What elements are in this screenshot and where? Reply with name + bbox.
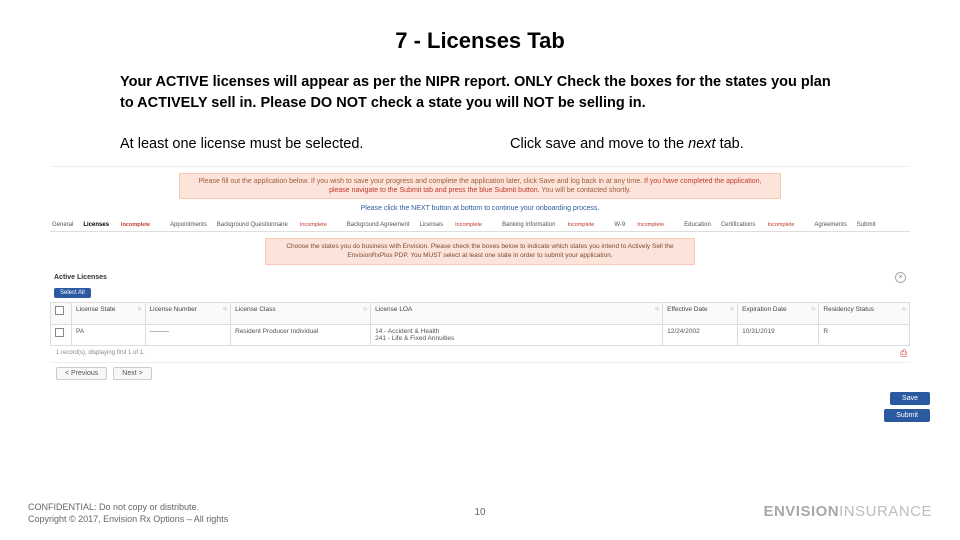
tab-w9[interactable]: W-9Incomplete [614, 222, 674, 228]
tab-agreements[interactable]: Agreements [814, 222, 846, 228]
hint-row: At least one license must be selected. C… [30, 136, 930, 152]
brand-logo: ENVISIONINSURANCE [763, 503, 932, 520]
col-loa[interactable]: License LOA◇ [371, 303, 663, 325]
hint-left: At least one license must be selected. [120, 136, 450, 152]
col-exp[interactable]: Expiration Date◇ [738, 303, 819, 325]
pdf-icon[interactable]: ⎙ [900, 348, 910, 358]
tab-licenses[interactable]: LicensesIncomplete [83, 222, 160, 228]
select-all-button[interactable]: Select All [54, 288, 91, 298]
footer: CONFIDENTIAL: Do not copy or distribute.… [28, 501, 228, 526]
cell-res: R [819, 325, 910, 346]
tab-appointments[interactable]: Appointments [170, 222, 207, 228]
col-number[interactable]: License Number◇ [145, 303, 231, 325]
col-res[interactable]: Residency Status◇ [819, 303, 910, 325]
brand-light: INSURANCE [839, 503, 932, 520]
next-button[interactable]: Next > [113, 367, 151, 380]
footer-line1: CONFIDENTIAL: Do not copy or distribute. [28, 501, 228, 514]
cell-loa: 14 - Accident & Health 241 - Life & Fixe… [371, 325, 663, 346]
hint-right-post: tab. [716, 136, 744, 152]
header-checkbox[interactable] [55, 306, 64, 315]
banner-post: You will be contacted shortly. [541, 187, 631, 194]
tab-certs[interactable]: CertificationsIncomplete [721, 222, 805, 228]
cell-state: PA [72, 325, 146, 346]
record-count: 1 record(s), displaying first 1 of 1. [50, 346, 151, 360]
col-eff[interactable]: Effective Date◇ [663, 303, 738, 325]
tabs-row: General LicensesIncomplete Appointments … [50, 218, 910, 232]
tab-education[interactable]: Education [684, 222, 711, 228]
page-title: 7 - Licenses Tab [30, 28, 930, 54]
cell-exp: 10/31/2019 [738, 325, 819, 346]
footer-line2: Copyright © 2017, Envision Rx Options – … [28, 513, 228, 526]
license-table: License State◇ License Number◇ License C… [50, 302, 910, 346]
cell-number: ——— [145, 325, 231, 346]
tab-bga[interactable]: Background Agreement [347, 222, 410, 228]
hint-right: Click save and move to the next tab. [450, 136, 840, 152]
cell-class: Resident Producer Individual [231, 325, 371, 346]
state-instruction-banner: Choose the states you do business with E… [265, 238, 695, 265]
cell-eff: 12/24/2002 [663, 325, 738, 346]
hint-right-em: next [688, 136, 715, 152]
page-number: 10 [474, 507, 485, 518]
col-check [51, 303, 72, 325]
top-banner: Please fill out the application below. I… [179, 173, 781, 199]
active-licenses-label: Active Licenses [54, 274, 107, 281]
previous-button[interactable]: < Previous [56, 367, 107, 380]
close-icon[interactable]: × [895, 272, 906, 283]
table-row: PA ——— Resident Producer Individual 14 -… [51, 325, 910, 346]
tab-licenses2[interactable]: LicensesIncomplete [419, 222, 492, 228]
submit-button[interactable]: Submit [884, 409, 930, 422]
hint-right-pre: Click save and move to the [510, 136, 688, 152]
instruction-paragraph: Your ACTIVE licenses will appear as per … [30, 72, 930, 114]
row-checkbox[interactable] [55, 328, 64, 337]
app-screenshot: Please fill out the application below. I… [50, 166, 910, 384]
tab-submit[interactable]: Submit [857, 222, 876, 228]
tab-bgq[interactable]: Background QuestionnaireIncomplete [217, 222, 337, 228]
col-state[interactable]: License State◇ [72, 303, 146, 325]
brand-bold: ENVISION [763, 503, 839, 520]
blue-instruction: Please click the NEXT button at bottom t… [50, 205, 910, 212]
col-class[interactable]: License Class◇ [231, 303, 371, 325]
tab-general[interactable]: General [52, 222, 73, 228]
save-button[interactable]: Save [890, 392, 930, 405]
banner-pre: Please fill out the application below. I… [198, 178, 644, 185]
tab-banking[interactable]: Banking InformationIncomplete [502, 222, 604, 228]
